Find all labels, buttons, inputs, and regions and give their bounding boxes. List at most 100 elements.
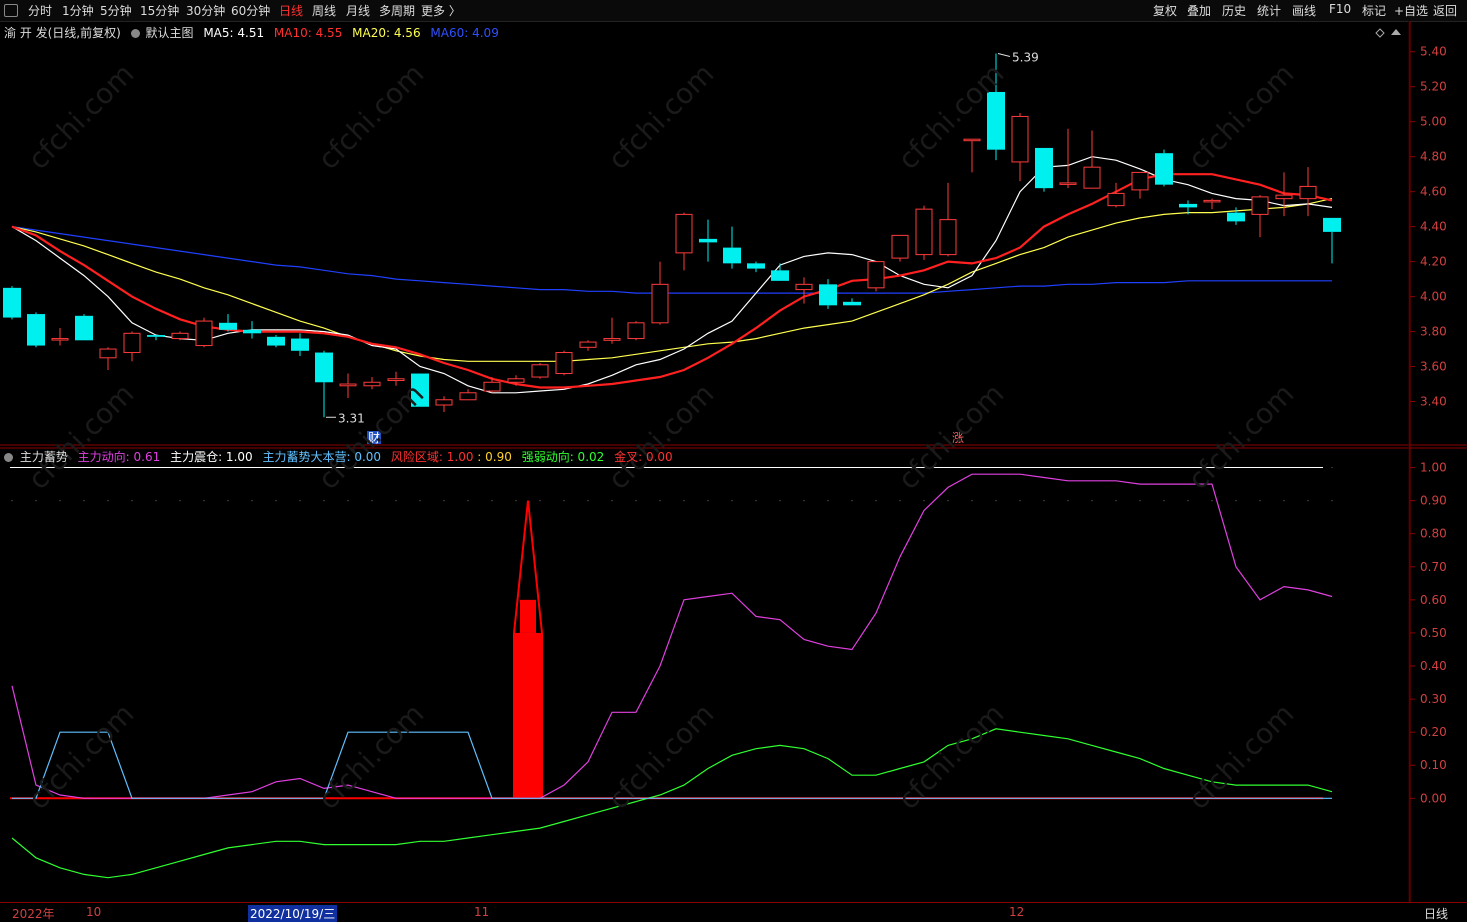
grid-dot: [587, 500, 589, 502]
grid-dot: [155, 500, 157, 502]
candle-down: [1323, 217, 1341, 232]
candle-up: [507, 378, 525, 383]
price-tick-label: 4.20: [1420, 255, 1447, 269]
candle-up: [915, 208, 933, 256]
risk-bar: [513, 632, 543, 799]
period-tab-3[interactable]: 15分钟: [140, 2, 179, 19]
ind-tick-label: 0.90: [1420, 494, 1447, 508]
candle-up: [555, 352, 573, 375]
price-tick-label: 5.00: [1420, 115, 1447, 129]
watermark: cfchi.com: [312, 377, 431, 496]
grid-dot: [659, 500, 661, 502]
period-tab-1[interactable]: 1分钟: [62, 2, 94, 19]
candle-up: [387, 378, 405, 382]
candle-down: [747, 263, 765, 269]
candle-down: [267, 336, 285, 346]
toolbar-button-6[interactable]: 标记: [1362, 2, 1386, 19]
toolbar-button-2[interactable]: 历史: [1222, 2, 1246, 19]
candle-up: [963, 138, 981, 142]
period-tab-10[interactable]: 更多 〉: [421, 2, 461, 19]
grid-dot: [731, 500, 733, 502]
grid-dot: [1163, 500, 1165, 502]
period-tab-4[interactable]: 30分钟: [186, 2, 225, 19]
template-dot-icon[interactable]: [130, 29, 140, 38]
grid-dot: [971, 500, 973, 502]
candle-up: [51, 338, 69, 341]
grid-dot: [1235, 500, 1237, 502]
watermark: cfchi.com: [1182, 57, 1301, 176]
ind-tick-label: 0.80: [1420, 527, 1447, 541]
watermark: cfchi.com: [22, 57, 141, 176]
date-axis-bar: 2022年 10 2022/10/19/三 11 12 日线: [0, 902, 1467, 922]
period-tab-0[interactable]: 分时: [28, 2, 52, 19]
grid-dot: [107, 500, 109, 502]
candle-up: [675, 213, 693, 254]
price-tick-label: 5.20: [1420, 80, 1447, 94]
grid-dot: [707, 500, 709, 502]
candle-up: [459, 392, 477, 401]
ma10-line: [11, 173, 1333, 389]
period-indicator[interactable]: 日线: [1424, 905, 1448, 922]
candle-down: [771, 270, 789, 281]
toolbar-button-1[interactable]: 叠加: [1187, 2, 1211, 19]
grid-dot: [347, 500, 349, 502]
ind-tick-label: 0.10: [1420, 758, 1447, 772]
grid-dot: [371, 500, 373, 502]
ma5-line: [11, 156, 1333, 394]
grid-dot: [179, 500, 181, 502]
date-label-year: 2022年: [12, 907, 55, 921]
grid-dot: [539, 500, 541, 502]
window-menu-icon[interactable]: [4, 4, 18, 17]
indicator-name[interactable]: 主力蓄势: [20, 450, 68, 464]
grid-dot: [995, 500, 997, 502]
indicator-dot-icon[interactable]: [4, 453, 13, 462]
ind-tick-label: 0.70: [1420, 560, 1447, 574]
period-tab-9[interactable]: 多周期: [379, 2, 415, 19]
candle-up: [339, 383, 357, 387]
ma5-label: MA5: 4.51: [203, 26, 265, 40]
candle-down: [147, 335, 165, 337]
watermark: cfchi.com: [602, 377, 721, 496]
grid-dot: [275, 500, 277, 502]
period-tab-5[interactable]: 60分钟: [231, 2, 270, 19]
period-tab-7[interactable]: 周线: [312, 2, 336, 19]
period-toolbar: 分时 1分钟 5分钟 15分钟 30分钟 60分钟 日线 周线 月线 多周期 更多 〉 复权 叠加 历史统…: [0, 0, 1467, 22]
triangle-icon: [1391, 29, 1401, 35]
date-label-dec: 12: [1009, 905, 1025, 919]
candle-up: [1107, 192, 1125, 207]
grid-dot: [227, 500, 229, 502]
candle-up: [651, 283, 669, 324]
stock-title[interactable]: 渝 开 发(日线,前复权): [4, 26, 121, 40]
toolbar-button-8[interactable]: 返回: [1433, 2, 1457, 19]
candle-up: [795, 283, 813, 291]
candle-up: [1299, 185, 1317, 200]
grid-dot: [635, 500, 637, 502]
template-label[interactable]: 默认主图: [145, 26, 193, 40]
diamond-icon: [1375, 28, 1385, 38]
period-tab-8[interactable]: 月线: [346, 2, 370, 19]
ind-tick-label: 0.40: [1420, 659, 1447, 673]
period-tab-6[interactable]: 日线: [279, 2, 303, 19]
grid-dot: [1259, 500, 1261, 502]
ind-tick-label: 1.00: [1420, 461, 1447, 475]
candle-up: [891, 234, 909, 259]
toolbar-button-4[interactable]: 画线: [1292, 2, 1316, 19]
toolbar-button-7[interactable]: +自选: [1394, 2, 1428, 19]
fengxian2-label: : 0.90: [477, 450, 512, 464]
toolbar-button-3[interactable]: 统计: [1257, 2, 1281, 19]
grid-dot: [1019, 500, 1021, 502]
period-tab-2[interactable]: 5分钟: [100, 2, 132, 19]
ma10-label: MA10: 4.55: [273, 26, 343, 40]
candle-down: [1179, 203, 1197, 208]
candle-down: [699, 238, 717, 243]
grid-dot: [827, 500, 829, 502]
date-label-nov: 11: [474, 905, 490, 919]
toolbar-button-0[interactable]: 复权: [1153, 2, 1177, 19]
grid-dot: [443, 500, 445, 502]
candle-up: [1275, 194, 1293, 200]
toolbar-button-5[interactable]: F10: [1329, 2, 1351, 16]
grid-dot: [1307, 500, 1309, 502]
price-tick-label: 4.80: [1420, 150, 1447, 164]
candle-up: [579, 341, 597, 348]
grid-dot: [35, 500, 37, 502]
